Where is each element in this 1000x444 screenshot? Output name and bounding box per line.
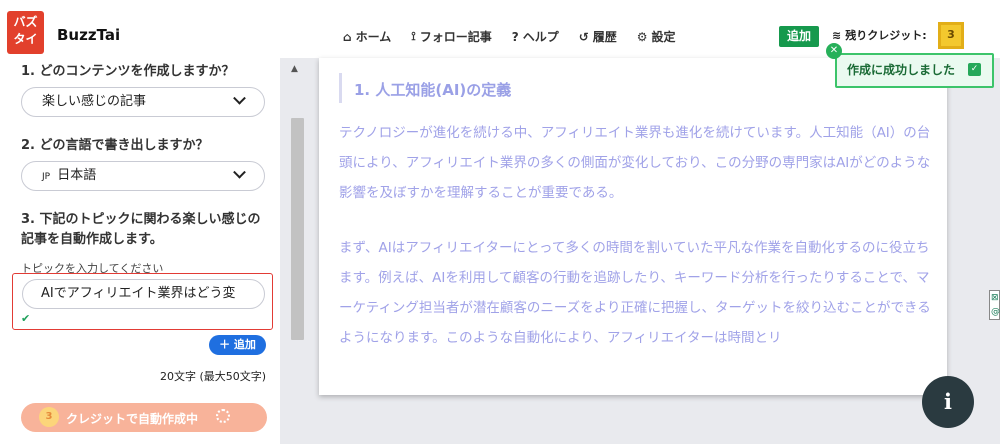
logo[interactable]: バズ タイ: [7, 11, 44, 54]
spinner-icon: [216, 409, 230, 423]
gear-icon: ⚙: [636, 29, 648, 44]
main-nav: ⌂ ホーム ⟟ フォロー記事 ? ヘルプ ↺ 履歴 ⚙ 設定: [343, 28, 676, 45]
article-heading: 1. 人工知能(AI)の定義: [339, 73, 511, 103]
generate-label: クレジットで自動作成中: [66, 412, 199, 426]
history-icon: ↺: [578, 29, 589, 44]
toast-message: 作成に成功しました: [847, 63, 956, 77]
content-type-value: 楽しい感じの記事: [42, 94, 147, 109]
form-panel: 1. どのコンテンツを作成しますか？ 楽しい感じの記事 2. どの言語で書き出し…: [0, 58, 280, 444]
language-value: 日本語: [57, 168, 97, 183]
generate-button[interactable]: 3 クレジットで自動作成中: [21, 403, 267, 432]
credit-indicator: ≋ 残りクレジット:: [832, 27, 927, 43]
check-icon: ✔: [21, 312, 31, 325]
question-content-type: 1. どのコンテンツを作成しますか？: [21, 64, 235, 79]
nav-home[interactable]: ⌂ ホーム: [343, 28, 391, 45]
content-type-select[interactable]: 楽しい感じの記事: [21, 87, 265, 117]
success-toast: 作成に成功しました ✓: [835, 53, 994, 88]
home-icon: ⌂: [343, 29, 352, 44]
nav-follow[interactable]: ⟟ フォロー記事: [411, 28, 491, 45]
top-bar: バズ タイ BuzzTai ⌂ ホーム ⟟ フォロー記事 ? ヘルプ ↺ 履歴 …: [0, 0, 1000, 58]
nav-follow-label: フォロー記事: [419, 30, 492, 44]
language-select[interactable]: JP 日本語: [21, 161, 265, 191]
nav-help[interactable]: ? ヘルプ: [512, 28, 559, 45]
coin-icon: 3: [39, 407, 59, 427]
logo-line1: バズ: [13, 15, 38, 29]
close-icon[interactable]: ✕: [826, 43, 842, 59]
coin-stack-icon: ≋: [832, 28, 842, 42]
info-button[interactable]: i: [922, 376, 974, 428]
nav-history[interactable]: ↺ 履歴: [579, 28, 617, 45]
logo-line2: タイ: [13, 32, 38, 46]
scroll-up-arrow-icon[interactable]: ▲: [291, 64, 298, 74]
chevron-down-icon: [233, 165, 246, 179]
checkbox-icon: ✓: [968, 63, 981, 76]
topic-input[interactable]: AIでアフィリエイト業界はどう変: [22, 279, 265, 309]
side-widget[interactable]: ⊠ @: [989, 290, 1000, 320]
article-card: 1. 人工知能(AI)の定義 テクノロジーが進化を続ける中、アフィリエイト業界も…: [319, 58, 947, 395]
nav-history-label: 履歴: [592, 30, 617, 44]
help-icon: ?: [511, 29, 519, 44]
rss-icon: ⟟: [411, 29, 416, 43]
chevron-down-icon: [233, 91, 246, 105]
char-count: 20文字 (最大50文字): [160, 370, 267, 383]
jp-flag-icon: JP: [42, 172, 51, 182]
app-name: BuzzTai: [57, 26, 121, 44]
question-topic: 3. 下記のトピックに関わる楽しい感じの記事を自動作成します。: [21, 212, 261, 247]
scrollbar-thumb[interactable]: [291, 118, 304, 340]
nav-settings-label: 設定: [651, 30, 676, 44]
question-language: 2. どの言語で書き出しますか？: [21, 138, 209, 153]
nav-settings[interactable]: ⚙ 設定: [637, 28, 676, 45]
credit-count-badge: 3: [938, 22, 964, 49]
nav-help-label: ヘルプ: [522, 30, 559, 44]
add-topic-button[interactable]: ＋ 追加: [209, 335, 266, 355]
add-credit-button[interactable]: 追加: [779, 26, 819, 47]
nav-home-label: ホーム: [355, 30, 392, 44]
article-paragraph-2: まず、AIはアフィリエイターにとって多くの時間を割いていた平凡な作業を自動化する…: [339, 240, 931, 346]
credit-label: 残りクレジット:: [845, 29, 927, 42]
article-paragraph-1: テクノロジーが進化を続ける中、アフィリエイト業界も進化を続けています。人工知能（…: [339, 125, 931, 201]
